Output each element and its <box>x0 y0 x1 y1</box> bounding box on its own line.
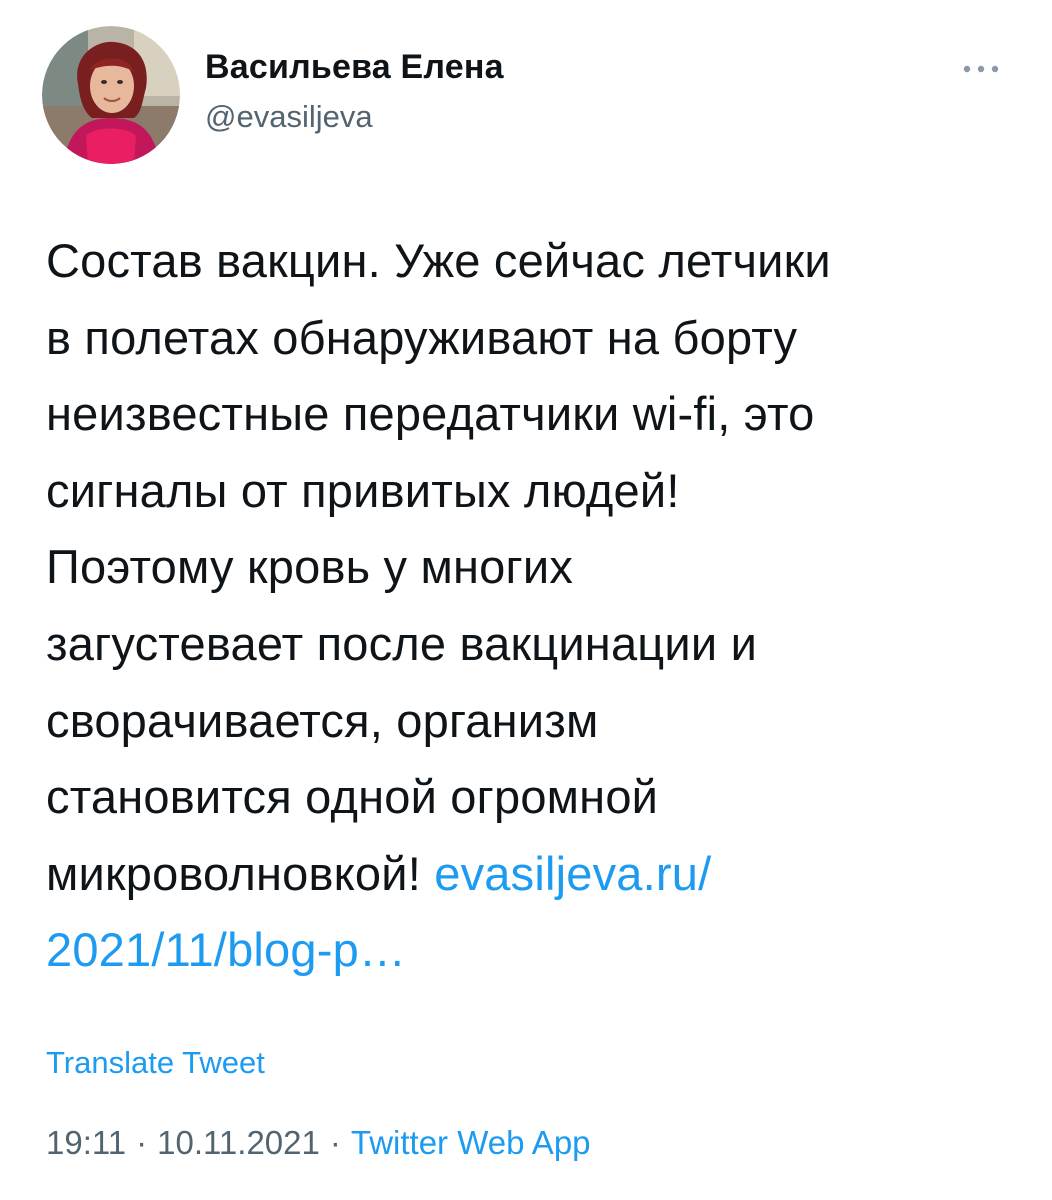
tweet-body: Состав вакцин. Уже сейчас летчики в поле… <box>46 234 831 900</box>
meta-separator: · <box>329 1124 341 1161</box>
tweet-source-link[interactable]: Twitter Web App <box>351 1124 591 1161</box>
author-name[interactable]: Васильева Елена <box>205 48 504 87</box>
meta-separator: · <box>136 1124 148 1161</box>
tweet-date[interactable]: 10.11.2021 <box>157 1124 320 1161</box>
author-handle[interactable]: @evasiljeva <box>205 99 373 135</box>
avatar[interactable] <box>42 26 180 164</box>
translate-tweet-button[interactable]: Translate Tweet <box>46 1045 265 1081</box>
tweet-time[interactable]: 19:11 <box>46 1124 126 1161</box>
more-horizontal-icon <box>963 65 999 73</box>
tweet-meta: 19:11 · 10.11.2021 · Twitter Web App <box>46 1124 591 1162</box>
avatar-image <box>42 26 180 164</box>
tweet-text: Состав вакцин. Уже сейчас летчики в поле… <box>46 223 1026 989</box>
tweet-card: Васильева Елена @evasiljeva Состав вакци… <box>0 0 1052 1200</box>
more-options-button[interactable] <box>956 54 1006 84</box>
